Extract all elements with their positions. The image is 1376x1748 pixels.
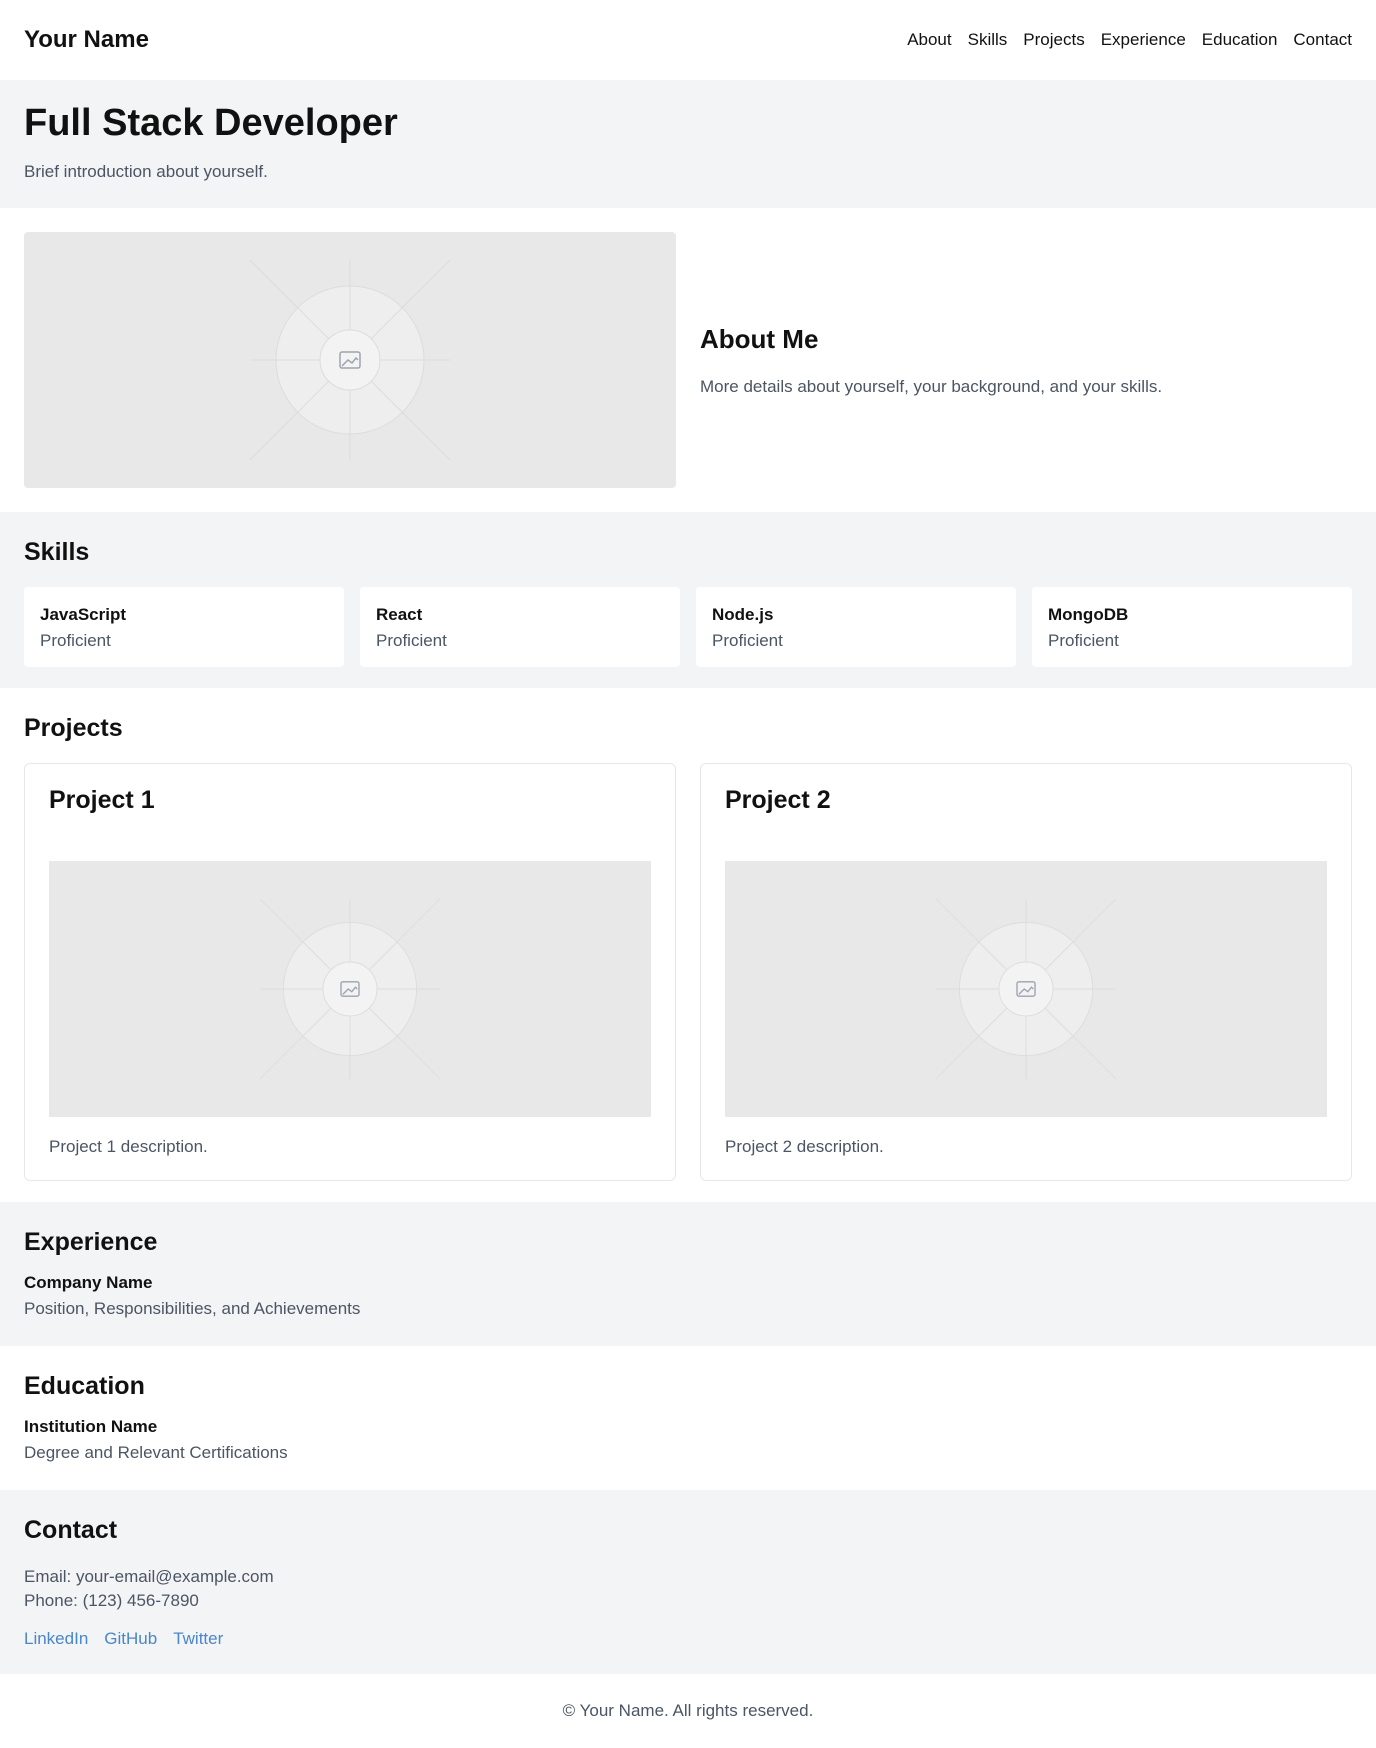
about-description: More details about yourself, your backgr… [700,376,1163,396]
institution-name: Institution Name [24,1417,158,1436]
about-image-placeholder [24,232,676,488]
skill-card: Node.js Proficient [696,587,1016,667]
skills-section: Skills JavaScript Proficient React Profi… [0,512,1376,688]
project-card[interactable]: Project 2 Project 2 description. [700,763,1352,1181]
contact-section: Contact Email: your-email@example.com Ph… [0,1490,1376,1674]
education-heading: Education [24,1372,145,1400]
projects-section: Projects Project 1 Project 1 description… [0,688,1376,1202]
contact-email: Email: your-email@example.com [24,1567,274,1586]
nav-link-skills[interactable]: Skills [968,30,1008,50]
project-image-placeholder [49,861,651,1117]
copyright-text: © Your Name. All rights reserved. [562,1701,814,1720]
skill-card: JavaScript Proficient [24,587,344,667]
skill-name: React [376,605,423,624]
about-heading: About Me [700,323,819,354]
image-placeholder-icon [936,899,1116,1079]
image-placeholder-icon [250,260,450,460]
contact-heading: Contact [24,1516,118,1544]
linkedin-link[interactable]: LinkedIn [24,1629,88,1649]
contact-details: Email: your-email@example.com Phone: (12… [24,1565,1352,1613]
skill-name: MongoDB [1048,605,1129,624]
nav-link-about[interactable]: About [907,30,951,50]
about-section: About Me More details about yourself, yo… [0,208,1376,512]
skill-card: React Proficient [360,587,680,667]
project-description: Project 1 description. [49,1137,208,1156]
image-placeholder-icon [260,899,440,1079]
project-title: Project 1 [49,786,155,814]
experience-section: Experience Company Name Position, Respon… [0,1202,1376,1346]
skill-name: JavaScript [40,605,126,624]
hero-title: Full Stack Developer [24,102,398,144]
site-header: Your Name About Skills Projects Experien… [0,0,1376,80]
experience-details: Position, Responsibilities, and Achievem… [24,1299,361,1318]
twitter-link[interactable]: Twitter [173,1629,223,1649]
education-details: Degree and Relevant Certifications [24,1443,288,1462]
nav-link-education[interactable]: Education [1202,30,1278,50]
social-links: LinkedIn GitHub Twitter [24,1629,1352,1649]
project-title: Project 2 [725,786,831,814]
experience-heading: Experience [24,1228,158,1256]
nav-link-contact[interactable]: Contact [1293,30,1352,50]
github-link[interactable]: GitHub [104,1629,157,1649]
site-footer: © Your Name. All rights reserved. [0,1674,1376,1748]
hero-section: Full Stack Developer Brief introduction … [0,80,1376,208]
projects-grid: Project 1 Project 1 description. Project… [24,763,1352,1181]
skill-level: Proficient [1048,631,1119,650]
skill-card: MongoDB Proficient [1032,587,1352,667]
skills-grid: JavaScript Proficient React Proficient N… [24,587,1352,667]
about-text-block: About Me More details about yourself, yo… [700,324,1352,397]
projects-heading: Projects [24,714,123,742]
nav-link-experience[interactable]: Experience [1101,30,1186,50]
project-card[interactable]: Project 1 Project 1 description. [24,763,676,1181]
contact-phone: Phone: (123) 456-7890 [24,1591,199,1610]
skill-level: Proficient [712,631,783,650]
project-image-placeholder [725,861,1327,1117]
education-section: Education Institution Name Degree and Re… [0,1346,1376,1490]
company-name: Company Name [24,1273,153,1292]
main-nav: About Skills Projects Experience Educati… [907,30,1352,50]
site-logo[interactable]: Your Name [24,26,149,54]
skill-name: Node.js [712,605,774,624]
nav-link-projects[interactable]: Projects [1023,30,1084,50]
skills-heading: Skills [24,538,90,566]
skill-level: Proficient [376,631,447,650]
hero-subtitle: Brief introduction about yourself. [24,162,268,181]
skill-level: Proficient [40,631,111,650]
project-description: Project 2 description. [725,1137,884,1156]
